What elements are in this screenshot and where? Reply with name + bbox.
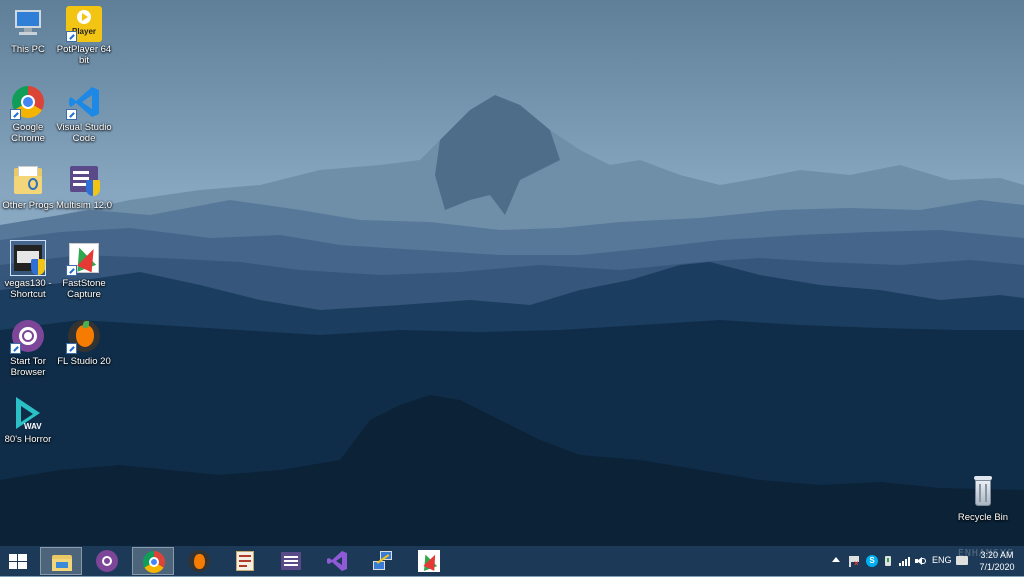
desktop-icon-label: FastStone Capture [62,278,106,300]
desktop-icon-label: FL Studio 20 [57,356,111,367]
multisim-icon [280,550,302,572]
desktop-icon-vscode[interactable]: Visual Studio Code [56,84,112,144]
faststone-icon [66,240,102,276]
tor-icon [96,550,118,572]
desktop-icon-multisim[interactable]: Multisim 12.0 [56,162,112,211]
computer-icon [10,6,46,42]
recycle-bin-icon [965,474,1001,510]
network-icon [372,550,394,572]
multisim-icon [66,162,102,198]
wav-file-icon: WAV [10,396,46,432]
desktop-icon-label: Multisim 12.0 [56,200,112,211]
clock-date: 7/1/2020 [979,562,1015,572]
desktop-icon-fl-studio[interactable]: FL Studio 20 [56,318,112,367]
desktop-icon-tor-browser[interactable]: Start Tor Browser [0,318,56,378]
desktop-icon-vegas[interactable]: vegas130 - Shortcut [0,240,56,300]
skype-icon[interactable]: S [866,555,878,567]
taskbar-tor-browser[interactable] [86,547,128,575]
desktop-icon-label: 80's Horror [4,434,52,445]
taskbar-multisim[interactable] [270,547,312,575]
desktop-icon-other-progs[interactable]: Other Progs [0,162,56,211]
desktop-icon-label: This PC [11,44,45,55]
wav-badge: WAV [24,422,42,431]
desktop-icon-recycle-bin[interactable]: Recycle Bin [955,474,1011,523]
windows-logo-icon [9,554,27,570]
desktop-icon-label: Other Progs [2,200,54,211]
visual-studio-icon [326,550,348,572]
network-signal-icon[interactable] [898,555,910,567]
taskbar-google-chrome[interactable] [132,547,174,575]
action-center-flag-icon[interactable]: × [848,555,860,568]
shortcut-arrow-icon [10,109,21,120]
desktop-icon-label: Visual Studio Code [56,122,112,144]
fl-studio-icon [188,550,210,572]
faststone-icon [418,550,441,572]
desktop-icon-potplayer[interactable]: Player PotPlayer 64 bit [56,6,112,66]
start-button[interactable] [0,547,38,575]
vegas-icon [234,550,256,572]
shortcut-arrow-icon [66,109,77,120]
usb-device-icon[interactable] [882,555,894,567]
vegas-icon [10,240,46,276]
watermark: ENHANSYS [957,548,1014,559]
chrome-icon [10,84,46,120]
chrome-icon [143,551,165,573]
show-hidden-icons-chevron-up-icon[interactable] [832,557,840,562]
desktop-icon-faststone[interactable]: FastStone Capture [56,240,112,300]
shortcut-arrow-icon [66,343,77,354]
taskbar: × S ENG 3:20 AM 7/1/2020 ENHANSYS [0,546,1024,576]
potplayer-icon: Player [66,6,102,42]
folder-icon [51,551,73,573]
desktop-icon-80s-horror[interactable]: WAV 80's Horror [0,396,56,445]
desktop-icon-label: Start Tor Browser [10,356,46,378]
taskbar-vegas[interactable] [224,547,266,575]
desktop-icon-label: vegas130 - Shortcut [4,278,52,300]
taskbar-file-explorer[interactable] [40,547,82,575]
tor-icon [10,318,46,354]
desktop-icon-label: Recycle Bin [957,512,1009,523]
taskbar-faststone-capture[interactable] [408,547,450,575]
fl-studio-icon [66,318,102,354]
shortcut-arrow-icon [66,265,77,276]
speaker-volume-icon[interactable] [914,555,926,567]
taskbar-visual-studio[interactable] [316,547,358,575]
taskbar-fl-studio[interactable] [178,547,220,575]
shortcut-arrow-icon [66,31,77,42]
input-language-indicator[interactable]: ENG [932,555,952,565]
shortcut-arrow-icon [10,343,21,354]
desktop-icon-this-pc[interactable]: This PC [0,6,56,55]
taskbar-network-tool[interactable] [362,547,404,575]
desktop-icon-google-chrome[interactable]: Google Chrome [0,84,56,144]
desktop-icon-label: Google Chrome [11,122,45,144]
folder-icon [10,162,46,198]
desktop-icon-label: PotPlayer 64 bit [56,44,112,66]
vscode-icon [66,84,102,120]
system-tray: × S ENG 3:20 AM 7/1/2020 ENHANSYS [824,546,1024,576]
desktop-wallpaper [0,0,1024,546]
